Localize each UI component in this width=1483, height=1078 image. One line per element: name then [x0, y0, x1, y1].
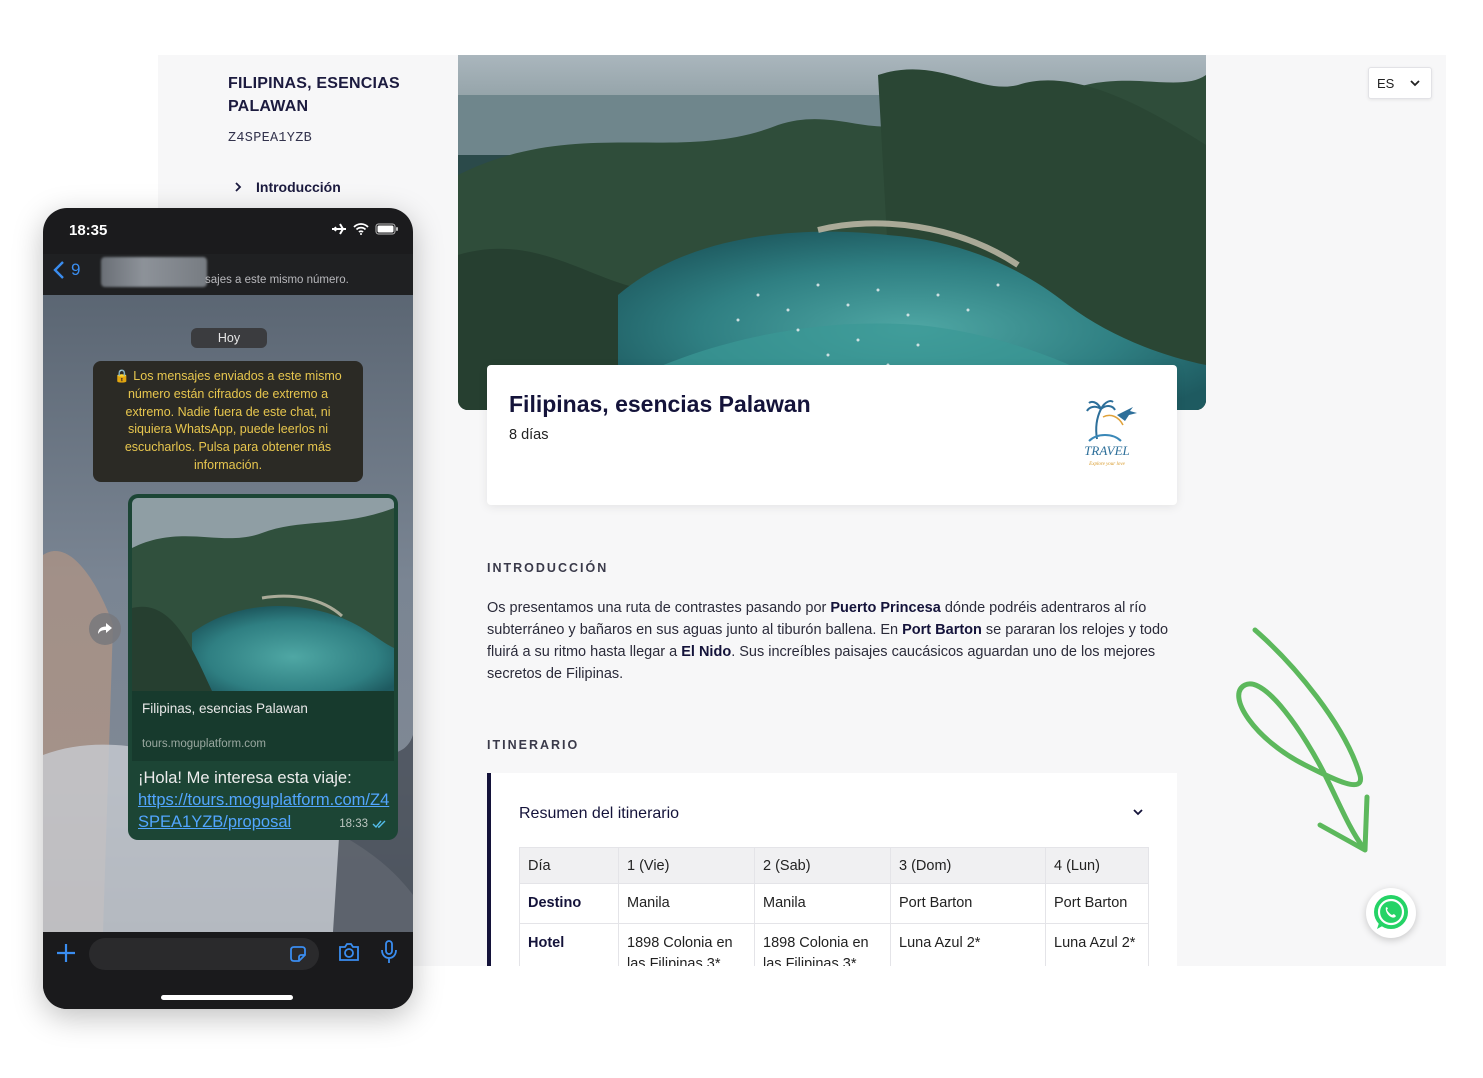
- chevron-down-icon[interactable]: [1131, 805, 1145, 819]
- table-cell: Manila: [618, 883, 755, 924]
- language-value: ES: [1377, 75, 1395, 91]
- whatsapp-button[interactable]: [1366, 888, 1416, 938]
- message-input[interactable]: [89, 938, 319, 970]
- unread-count: 9: [71, 260, 81, 279]
- table-cell: Port Barton: [1045, 883, 1149, 924]
- home-indicator: [161, 995, 293, 1000]
- chevron-right-icon: [235, 182, 242, 192]
- itinerary-heading: ITINERARIO: [487, 738, 580, 752]
- table-cell: 1898 Colonia en las Filipinas 3*: [754, 923, 891, 966]
- column-header: 4 (Lun): [1045, 847, 1149, 884]
- sidebar-code: Z4SPEA1YZB: [228, 131, 313, 146]
- message-time: 18:33: [339, 818, 388, 830]
- link-preview-info[interactable]: Filipinas, esencias Palawan tours.mogupl…: [132, 691, 394, 761]
- message-composer: [43, 932, 413, 1009]
- table-header-row: Día 1 (Vie) 2 (Sab) 3 (Dom) 4 (Lun): [519, 847, 1149, 884]
- table-cell: Port Barton: [890, 883, 1046, 924]
- table-cell: Luna Azul 2*: [890, 923, 1046, 966]
- chat-area: Hoy 🔒 Los mensajes enviados a este mismo…: [43, 295, 413, 932]
- phone-mockup: 18:35 9 sajes a este mismo número. Hoy 🔒…: [43, 208, 413, 1009]
- table-cell: Manila: [754, 883, 891, 924]
- camera-icon[interactable]: [337, 942, 361, 962]
- plus-icon[interactable]: [55, 942, 77, 964]
- sidebar-item-label: Introducción: [256, 179, 341, 195]
- sticker-icon[interactable]: [288, 944, 308, 964]
- chevron-down-icon: [1410, 80, 1420, 87]
- svg-text:TRAVEL: TRAVEL: [1084, 443, 1130, 458]
- hero-image: [458, 55, 1206, 410]
- table-row: Hotel 1898 Colonia en las Filipinas 3* 1…: [519, 923, 1149, 966]
- wifi-icon: [353, 223, 369, 235]
- sidebar-title: FILIPINAS, ESENCIAS PALAWAN: [228, 75, 400, 115]
- airplane-icon: [332, 223, 346, 235]
- table-cell: 1898 Colonia en las Filipinas 3*: [618, 923, 755, 966]
- chat-subtitle: sajes a este mismo número.: [205, 274, 349, 286]
- link-preview-title: Filipinas, esencias Palawan: [142, 701, 308, 716]
- forward-icon: [98, 623, 112, 634]
- link-preview-url: tours.moguplatform.com: [142, 738, 266, 750]
- link-preview-image[interactable]: [132, 498, 394, 691]
- svg-text:Explore your love: Explore your love: [1088, 462, 1125, 467]
- battery-icon: [375, 223, 398, 235]
- trip-card: Filipinas, esencias Palawan 8 días TRAVE…: [487, 365, 1177, 505]
- row-header: Hotel: [519, 923, 619, 966]
- itinerary-summary-toggle[interactable]: Resumen del itinerario: [519, 805, 679, 823]
- column-header: 2 (Sab): [754, 847, 891, 884]
- trip-duration: 8 días: [509, 427, 549, 443]
- trip-title: Filipinas, esencias Palawan: [509, 391, 811, 417]
- double-check-icon: [372, 820, 386, 829]
- column-header: 3 (Dom): [890, 847, 1046, 884]
- table-row: Destino Manila Manila Port Barton Port B…: [519, 883, 1149, 924]
- outgoing-message[interactable]: Filipinas, esencias Palawan tours.mogupl…: [128, 494, 398, 840]
- travel-logo: TRAVEL Explore your love: [1084, 400, 1137, 467]
- itinerary-summary: Resumen del itinerario Día 1 (Vie) 2 (Sa…: [487, 773, 1177, 966]
- chevron-left-icon: [53, 261, 64, 279]
- column-header: Día: [519, 847, 619, 884]
- column-header: 1 (Vie): [618, 847, 755, 884]
- arrow-decoration-icon: [1236, 627, 1370, 853]
- whatsapp-icon: [1374, 895, 1408, 929]
- forward-button[interactable]: [89, 613, 121, 645]
- date-chip: Hoy: [191, 328, 267, 348]
- status-bar: 18:35: [43, 208, 413, 254]
- intro-paragraph: Os presentamos una ruta de contrastes pa…: [487, 600, 1169, 682]
- message-text: ¡Hola! Me interesa esta viaje:: [138, 769, 352, 787]
- itinerary-table: Día 1 (Vie) 2 (Sab) 3 (Dom) 4 (Lun) Dest…: [519, 847, 1149, 966]
- microphone-icon[interactable]: [380, 940, 398, 964]
- row-header: Destino: [519, 883, 619, 924]
- sidebar-item-introduccion[interactable]: Introducción: [232, 179, 341, 195]
- intro-heading: INTRODUCCIÓN: [487, 561, 609, 575]
- language-select[interactable]: ES: [1368, 67, 1432, 99]
- back-button[interactable]: 9: [53, 260, 80, 280]
- contact-name-blurred: [101, 257, 207, 287]
- encryption-notice[interactable]: 🔒 Los mensajes enviados a este mismo núm…: [93, 361, 363, 482]
- table-cell: Luna Azul 2*: [1045, 923, 1149, 966]
- status-time: 18:35: [69, 222, 108, 239]
- chat-header: 9 sajes a este mismo número.: [43, 254, 413, 295]
